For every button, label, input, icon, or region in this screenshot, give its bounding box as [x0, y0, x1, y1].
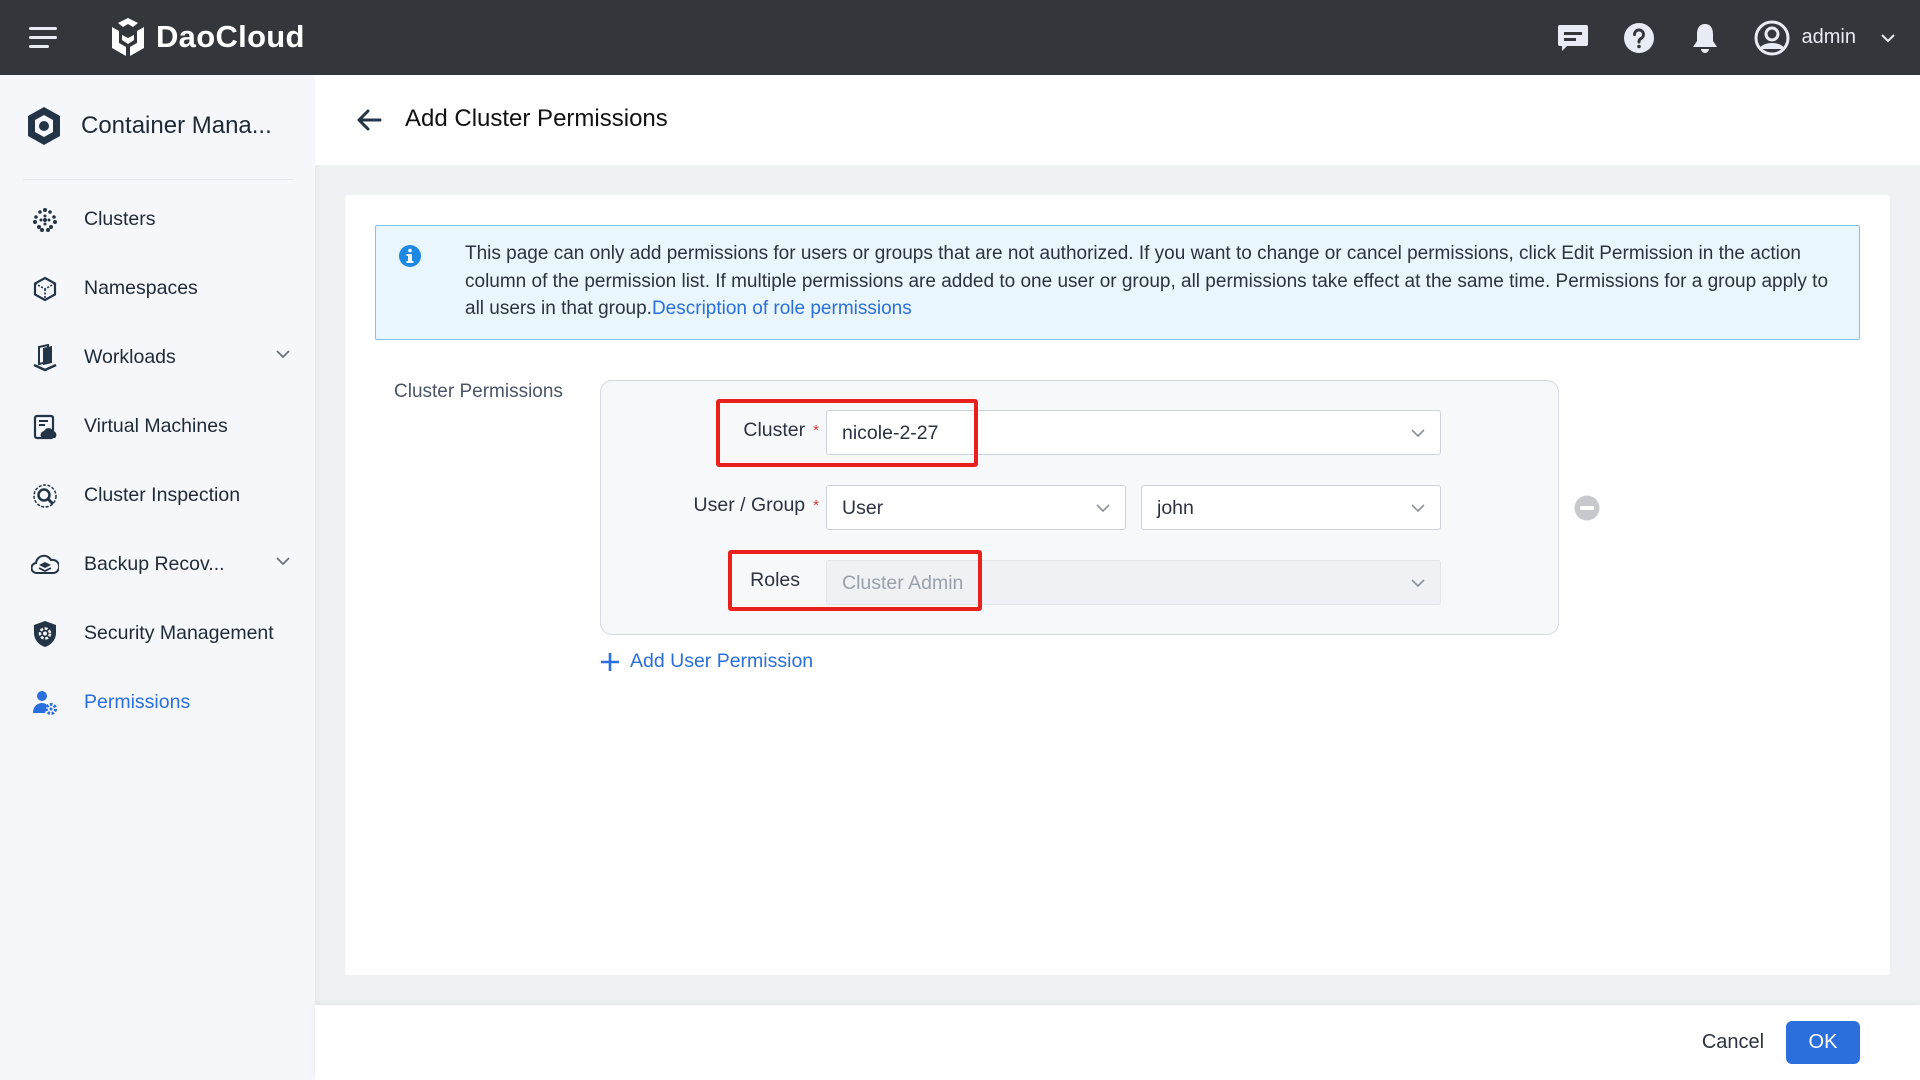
product-header[interactable]: Container Mana...: [25, 105, 272, 147]
sidebar-item-permissions[interactable]: Permissions: [0, 668, 315, 737]
chevron-down-icon: [1096, 504, 1110, 513]
alert-message: This page can only add permissions for u…: [465, 240, 1845, 323]
chevron-down-icon: [276, 557, 290, 566]
sidebar-item-label: Permissions: [84, 691, 191, 713]
namespace-cube-icon: [30, 274, 60, 304]
user-group-type-select[interactable]: User: [826, 485, 1126, 530]
sidebar-nav: Clusters Namespaces Workloads Virtual Ma…: [0, 185, 315, 737]
sidebar-divider: [23, 179, 293, 180]
user-group-label: User / Group *: [694, 494, 819, 517]
user-name-value: john: [1157, 497, 1194, 519]
add-user-permission-button[interactable]: Add User Permission: [600, 650, 813, 673]
footer-actions: Cancel OK: [315, 1005, 1920, 1080]
user-group-type-value: User: [842, 497, 884, 519]
form-card: This page can only add permissions for u…: [345, 195, 1890, 975]
chevron-down-icon: [1411, 429, 1425, 438]
user-group-label-text: User / Group: [693, 494, 806, 516]
sidebar: Container Mana... Clusters Namespaces Wo…: [0, 75, 315, 1080]
back-arrow-icon[interactable]: [355, 107, 383, 133]
required-asterisk: *: [813, 422, 819, 439]
sidebar-item-virtual-machines[interactable]: Virtual Machines: [0, 392, 315, 461]
sidebar-item-label: Clusters: [84, 208, 156, 230]
section-label: Cluster Permissions: [394, 381, 563, 402]
brand-logo[interactable]: DaoCloud: [108, 16, 305, 58]
roles-label: Roles: [750, 569, 800, 591]
inspection-icon: [30, 481, 60, 511]
chevron-down-icon: [276, 350, 290, 359]
help-icon[interactable]: [1622, 21, 1656, 55]
message-icon[interactable]: [1556, 21, 1590, 55]
page-header: Add Cluster Permissions: [315, 75, 1920, 165]
daocloud-logo-icon: [112, 18, 144, 56]
container-management-logo-icon: [28, 107, 60, 145]
info-alert: This page can only add permissions for u…: [375, 225, 1860, 340]
sidebar-item-backup-recovery[interactable]: Backup Recov...: [0, 530, 315, 599]
remove-entry-icon[interactable]: [1574, 495, 1600, 521]
backup-cloud-icon: [30, 550, 60, 580]
chevron-down-icon: [1881, 33, 1895, 42]
sidebar-item-label: Workloads: [84, 346, 176, 368]
bell-icon[interactable]: [1688, 21, 1722, 55]
chevron-down-icon: [1411, 579, 1425, 588]
plus-icon: [601, 652, 619, 671]
menu-icon[interactable]: [29, 27, 57, 49]
user-menu[interactable]: admin: [1754, 20, 1896, 56]
clusters-icon: [30, 205, 60, 235]
top-navigation-bar: DaoCloud admin: [0, 0, 1920, 75]
add-user-permission-label: Add User Permission: [630, 650, 814, 672]
user-name-select[interactable]: john: [1141, 485, 1441, 530]
role-permissions-link[interactable]: Description of role permissions: [652, 298, 912, 319]
roles-select: Cluster Admin: [826, 560, 1441, 605]
permission-entry-panel: Cluster * nicole-2-27 User / Group * User …: [600, 380, 1559, 635]
virtual-machine-icon: [30, 412, 60, 442]
cluster-label: Cluster *: [743, 419, 819, 442]
sidebar-item-label: Namespaces: [84, 277, 198, 299]
sidebar-item-clusters[interactable]: Clusters: [0, 185, 315, 254]
product-name: Container Mana...: [81, 112, 272, 139]
sidebar-item-label: Cluster Inspection: [84, 484, 241, 506]
sidebar-item-label: Virtual Machines: [84, 415, 228, 437]
cluster-select[interactable]: nicole-2-27: [826, 410, 1441, 455]
cluster-label-text: Cluster: [743, 419, 806, 441]
user-avatar-icon: [1754, 20, 1790, 55]
sidebar-item-label: Security Management: [84, 622, 274, 644]
chevron-down-icon: [1411, 504, 1425, 513]
cancel-button[interactable]: Cancel: [1688, 1021, 1778, 1064]
info-icon: [399, 245, 421, 267]
sidebar-item-security-management[interactable]: Security Management: [0, 599, 315, 668]
ok-button[interactable]: OK: [1786, 1021, 1860, 1064]
sidebar-item-workloads[interactable]: Workloads: [0, 323, 315, 392]
workloads-icon: [30, 343, 60, 373]
brand-name: DaoCloud: [156, 19, 305, 54]
cluster-select-value: nicole-2-27: [842, 422, 939, 444]
sidebar-item-label: Backup Recov...: [84, 553, 225, 575]
roles-select-value: Cluster Admin: [842, 572, 964, 594]
required-asterisk: *: [813, 497, 819, 514]
sidebar-item-namespaces[interactable]: Namespaces: [0, 254, 315, 323]
user-name: admin: [1801, 26, 1856, 48]
sidebar-item-cluster-inspection[interactable]: Cluster Inspection: [0, 461, 315, 530]
permissions-user-gear-icon: [30, 688, 60, 718]
security-shield-icon: [30, 619, 60, 649]
page-title: Add Cluster Permissions: [405, 105, 668, 132]
